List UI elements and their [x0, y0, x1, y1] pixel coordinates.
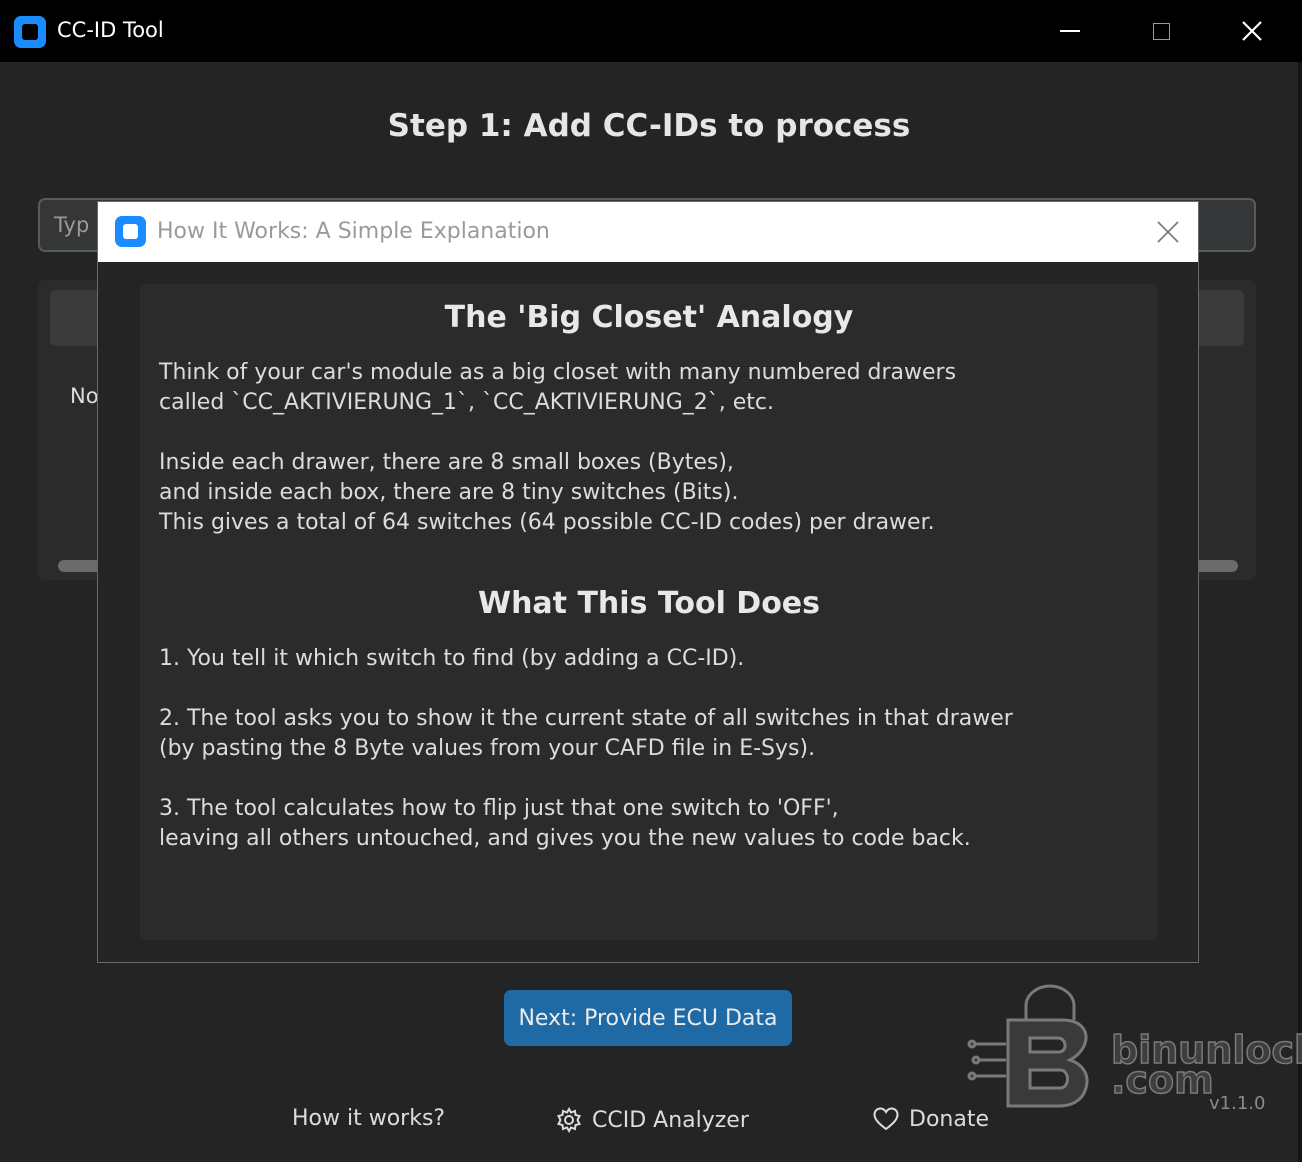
- close-icon: [1242, 21, 1262, 41]
- ccid-analyzer-link[interactable]: CCID Analyzer: [555, 1106, 749, 1134]
- maximize-button[interactable]: [1116, 0, 1206, 62]
- tool-heading: What This Tool Does: [477, 586, 821, 621]
- app-logo-icon: [14, 16, 46, 48]
- close-button[interactable]: [1207, 0, 1297, 62]
- dialog-title: How It Works: A Simple Explanation: [157, 219, 550, 244]
- close-icon: [1157, 221, 1179, 243]
- cc-id-input-placeholder: Typ: [54, 213, 90, 237]
- list-empty-text: No: [70, 384, 99, 408]
- watermark-domain: .com: [1110, 1057, 1214, 1103]
- analogy-paragraph-2: Inside each drawer, there are 8 small bo…: [159, 450, 935, 535]
- gear-icon: [557, 1106, 581, 1134]
- minimize-button[interactable]: [1025, 0, 1115, 62]
- analogy-heading: The 'Big Closet' Analogy: [444, 300, 854, 335]
- version-label: v1.1.0: [1209, 1093, 1266, 1114]
- tool-step-2: 2. The tool asks you to show it the curr…: [159, 706, 1013, 761]
- tool-step-1: 1. You tell it which switch to find (by …: [159, 646, 745, 671]
- window-title: CC-ID Tool: [57, 18, 164, 42]
- next-button[interactable]: Next: Provide ECU Data: [504, 990, 792, 1046]
- page-title: Step 1: Add CC-IDs to process: [387, 108, 911, 144]
- title-bar: CC-ID Tool: [0, 0, 1302, 62]
- explanation-panel: The 'Big Closet' Analogy Think of your c…: [140, 284, 1158, 940]
- donate-label: Donate: [909, 1106, 989, 1132]
- minimize-icon: [1060, 30, 1080, 32]
- heart-icon: [873, 1107, 899, 1131]
- ccid-analyzer-label: CCID Analyzer: [592, 1107, 749, 1133]
- how-it-works-link[interactable]: How it works?: [292, 1106, 445, 1131]
- how-it-works-label: How it works?: [292, 1106, 446, 1131]
- binunlock-watermark: binunlock .com: [966, 980, 1302, 1110]
- dialog-close-button[interactable]: [1146, 210, 1190, 254]
- dialog-logo-icon: [115, 216, 146, 247]
- dialog-title-bar: How It Works: A Simple Explanation: [98, 202, 1198, 262]
- window-edge: [1298, 62, 1302, 1162]
- how-it-works-dialog: How It Works: A Simple Explanation The '…: [97, 201, 1199, 963]
- tool-step-3: 3. The tool calculates how to flip just …: [159, 796, 971, 851]
- analogy-paragraph-1: Think of your car's module as a big clos…: [159, 360, 957, 415]
- maximize-icon: [1152, 22, 1170, 40]
- lock-logo-icon: [967, 984, 1089, 1108]
